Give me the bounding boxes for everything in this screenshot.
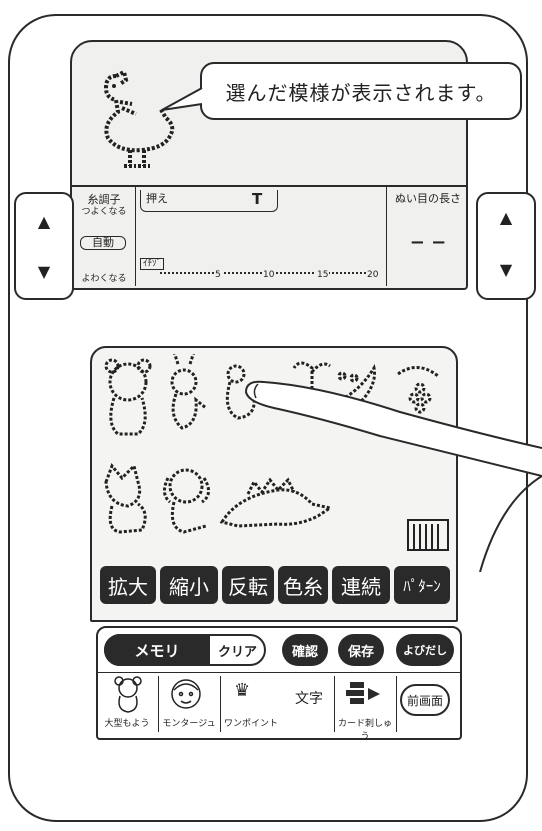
stitch-length-label: ぬい目の長さ <box>395 192 461 205</box>
presser-foot-label: 押え <box>146 192 168 205</box>
tension-up-arrow-icon[interactable]: ▲ <box>16 212 72 231</box>
selected-pattern-duck-icon <box>103 69 175 168</box>
memory-button[interactable]: メモリ <box>104 634 210 666</box>
category-separator <box>334 676 335 732</box>
large-pattern-label[interactable]: 大型もよう <box>96 716 158 729</box>
montage-label[interactable]: モンタージュ <box>158 716 220 729</box>
tension-divider <box>135 186 136 286</box>
callout-bubble: 選んだ模様が表示されます。 <box>200 62 522 120</box>
scale-mark-10: 10 <box>262 270 276 280</box>
scale-mark-15: 15 <box>316 270 330 280</box>
callout-text: 選んだ模様が表示されます。 <box>225 80 497 105</box>
pattern-bear-icon[interactable] <box>104 358 152 436</box>
previous-screen-button[interactable]: 前画面 <box>400 684 450 716</box>
category-separator <box>220 676 221 732</box>
pattern-dog-icon[interactable] <box>163 468 210 534</box>
scale-mark-5: 5 <box>214 270 222 280</box>
presser-foot-type: T <box>252 190 263 208</box>
scale-mark-20: 20 <box>366 270 380 280</box>
stitch-length-down-arrow-icon[interactable]: ▼ <box>478 260 534 279</box>
stitch-length-up-arrow-icon[interactable]: ▲ <box>478 208 534 227</box>
tension-auto-button[interactable]: 自動 <box>80 236 126 250</box>
tension-down-arrow-icon[interactable]: ▼ <box>16 262 72 281</box>
card-embroidery-icon <box>346 682 380 704</box>
reduce-key[interactable]: 縮小 <box>160 566 218 604</box>
stitch-length-divider <box>386 186 387 286</box>
pattern-cat-icon[interactable] <box>104 463 147 534</box>
letters-button[interactable]: 文字 <box>284 688 334 708</box>
montage-face-icon <box>171 679 201 709</box>
category-separator <box>158 676 159 732</box>
category-divider <box>96 672 462 673</box>
tension-up-label: つよくなる <box>81 207 127 217</box>
scale-tag: ｲﾁｿﾞ <box>140 258 165 270</box>
large-pattern-bear-icon <box>114 676 142 713</box>
one-point-label[interactable]: ワンポイント <box>220 716 282 729</box>
finger-pointer <box>244 380 542 572</box>
tension-label: 糸調子 <box>87 193 121 206</box>
one-point-tulip-icon: ♛ <box>234 680 251 701</box>
stitch-length-value: − − <box>409 232 447 253</box>
tension-down-label: よわくなる <box>81 274 127 284</box>
tension-adjust-button[interactable]: ▲ ▼ <box>14 192 74 300</box>
callout-pointer <box>161 87 203 111</box>
card-embroidery-label[interactable]: カード刺しゅう <box>334 716 396 742</box>
recall-button[interactable]: よびだし <box>396 634 454 666</box>
enlarge-key[interactable]: 拡大 <box>100 566 156 604</box>
save-button[interactable]: 保存 <box>338 634 384 666</box>
category-separator <box>396 676 397 732</box>
stitch-length-adjust-button[interactable]: ▲ ▼ <box>476 192 536 300</box>
pattern-rabbit-icon[interactable] <box>170 354 207 430</box>
confirm-button[interactable]: 確認 <box>282 634 328 666</box>
display-divider <box>72 185 466 187</box>
clear-button[interactable]: クリア <box>218 641 257 660</box>
